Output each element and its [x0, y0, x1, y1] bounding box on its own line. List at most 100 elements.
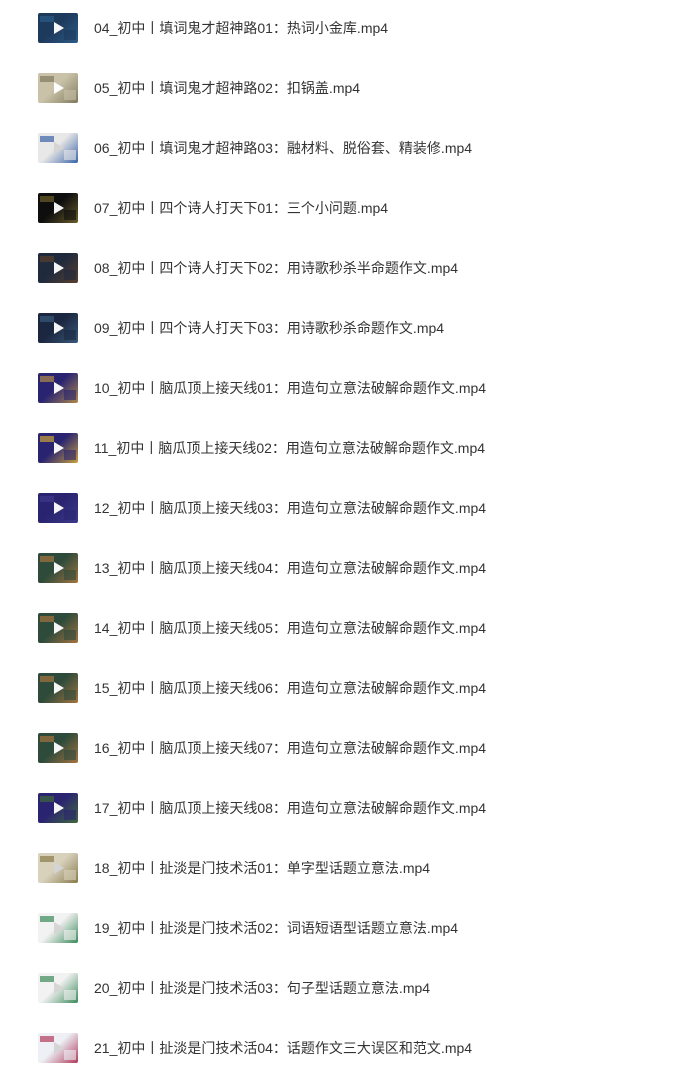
video-thumbnail[interactable] — [38, 673, 78, 703]
file-name[interactable]: 19_初中丨扯淡是门技术活02：词语短语型话题立意法.mp4 — [94, 919, 458, 937]
video-thumbnail[interactable] — [38, 853, 78, 883]
thumbnail-image-block — [64, 750, 76, 760]
file-row[interactable]: 09_初中丨四个诗人打天下03：用诗歌秒杀命题作文.mp4 — [0, 300, 674, 360]
file-row[interactable]: 13_初中丨脑瓜顶上接天线04：用造句立意法破解命题作文.mp4 — [0, 540, 674, 600]
thumbnail-image-block — [40, 976, 54, 982]
file-row[interactable]: 08_初中丨四个诗人打天下02：用诗歌秒杀半命题作文.mp4 — [0, 240, 674, 300]
play-icon — [54, 982, 64, 994]
file-row[interactable]: 06_初中丨填词鬼才超神路03：融材料、脱俗套、精装修.mp4 — [0, 120, 674, 180]
file-name[interactable]: 15_初中丨脑瓜顶上接天线06：用造句立意法破解命题作文.mp4 — [94, 679, 486, 697]
thumbnail-image-block — [64, 570, 76, 580]
file-name[interactable]: 10_初中丨脑瓜顶上接天线01：用造句立意法破解命题作文.mp4 — [94, 379, 486, 397]
video-thumbnail[interactable] — [38, 973, 78, 1003]
file-name[interactable]: 21_初中丨扯淡是门技术活04：话题作文三大误区和范文.mp4 — [94, 1039, 472, 1057]
thumbnail-image-block — [64, 870, 76, 880]
thumbnail-image-block — [40, 16, 54, 22]
thumbnail-image-block — [40, 856, 54, 862]
thumbnail-image-block — [64, 270, 76, 280]
file-name[interactable]: 07_初中丨四个诗人打天下01：三个小问题.mp4 — [94, 199, 388, 217]
play-icon — [54, 82, 64, 94]
file-name[interactable]: 08_初中丨四个诗人打天下02：用诗歌秒杀半命题作文.mp4 — [94, 259, 458, 277]
thumbnail-image-block — [64, 450, 76, 460]
thumbnail-image-block — [64, 810, 76, 820]
file-row[interactable]: 05_初中丨填词鬼才超神路02：扣锅盖.mp4 — [0, 60, 674, 120]
play-icon — [54, 1042, 64, 1054]
file-row[interactable]: 18_初中丨扯淡是门技术活01：单字型话题立意法.mp4 — [0, 840, 674, 900]
video-thumbnail[interactable] — [38, 1033, 78, 1063]
thumbnail-image-block — [40, 736, 54, 742]
thumbnail-image-block — [64, 690, 76, 700]
play-icon — [54, 562, 64, 574]
thumbnail-image-block — [64, 330, 76, 340]
file-row[interactable]: 16_初中丨脑瓜顶上接天线07：用造句立意法破解命题作文.mp4 — [0, 720, 674, 780]
video-thumbnail[interactable] — [38, 913, 78, 943]
video-thumbnail[interactable] — [38, 613, 78, 643]
play-icon — [54, 22, 64, 34]
play-icon — [54, 382, 64, 394]
play-icon — [54, 922, 64, 934]
video-thumbnail[interactable] — [38, 73, 78, 103]
play-icon — [54, 502, 64, 514]
thumbnail-image-block — [40, 556, 54, 562]
file-name[interactable]: 05_初中丨填词鬼才超神路02：扣锅盖.mp4 — [94, 79, 360, 97]
video-thumbnail[interactable] — [38, 313, 78, 343]
file-row[interactable]: 10_初中丨脑瓜顶上接天线01：用造句立意法破解命题作文.mp4 — [0, 360, 674, 420]
file-row[interactable]: 19_初中丨扯淡是门技术活02：词语短语型话题立意法.mp4 — [0, 900, 674, 960]
file-name[interactable]: 11_初中丨脑瓜顶上接天线02：用造句立意法破解命题作文.mp4 — [94, 439, 485, 457]
thumbnail-image-block — [40, 76, 54, 82]
thumbnail-image-block — [64, 930, 76, 940]
play-icon — [54, 802, 64, 814]
thumbnail-image-block — [64, 630, 76, 640]
thumbnail-image-block — [64, 30, 76, 40]
thumbnail-image-block — [64, 210, 76, 220]
play-icon — [54, 142, 64, 154]
file-name[interactable]: 17_初中丨脑瓜顶上接天线08：用造句立意法破解命题作文.mp4 — [94, 799, 486, 817]
video-thumbnail[interactable] — [38, 493, 78, 523]
thumbnail-image-block — [64, 990, 76, 1000]
thumbnail-image-block — [64, 510, 76, 520]
video-thumbnail[interactable] — [38, 373, 78, 403]
file-row[interactable]: 20_初中丨扯淡是门技术活03：句子型话题立意法.mp4 — [0, 960, 674, 1020]
thumbnail-image-block — [40, 136, 54, 142]
file-row[interactable]: 15_初中丨脑瓜顶上接天线06：用造句立意法破解命题作文.mp4 — [0, 660, 674, 720]
video-thumbnail[interactable] — [38, 13, 78, 43]
thumbnail-image-block — [64, 150, 76, 160]
file-name[interactable]: 13_初中丨脑瓜顶上接天线04：用造句立意法破解命题作文.mp4 — [94, 559, 486, 577]
play-icon — [54, 622, 64, 634]
play-icon — [54, 682, 64, 694]
video-thumbnail[interactable] — [38, 733, 78, 763]
file-name[interactable]: 18_初中丨扯淡是门技术活01：单字型话题立意法.mp4 — [94, 859, 430, 877]
file-row[interactable]: 21_初中丨扯淡是门技术活04：话题作文三大误区和范文.mp4 — [0, 1020, 674, 1080]
file-name[interactable]: 04_初中丨填词鬼才超神路01：热词小金库.mp4 — [94, 19, 388, 37]
play-icon — [54, 862, 64, 874]
video-thumbnail[interactable] — [38, 133, 78, 163]
video-thumbnail[interactable] — [38, 553, 78, 583]
file-name[interactable]: 09_初中丨四个诗人打天下03：用诗歌秒杀命题作文.mp4 — [94, 319, 444, 337]
thumbnail-image-block — [64, 390, 76, 400]
file-row[interactable]: 04_初中丨填词鬼才超神路01：热词小金库.mp4 — [0, 0, 674, 60]
file-list: 04_初中丨填词鬼才超神路01：热词小金库.mp4 05_初中丨填词鬼才超神路02… — [0, 0, 674, 1077]
thumbnail-image-block — [40, 676, 54, 682]
file-name[interactable]: 12_初中丨脑瓜顶上接天线03：用造句立意法破解命题作文.mp4 — [94, 499, 486, 517]
thumbnail-image-block — [40, 796, 54, 802]
file-name[interactable]: 06_初中丨填词鬼才超神路03：融材料、脱俗套、精装修.mp4 — [94, 139, 472, 157]
thumbnail-image-block — [40, 916, 54, 922]
thumbnail-image-block — [40, 436, 54, 442]
file-row[interactable]: 12_初中丨脑瓜顶上接天线03：用造句立意法破解命题作文.mp4 — [0, 480, 674, 540]
play-icon — [54, 442, 64, 454]
thumbnail-image-block — [40, 316, 54, 322]
file-name[interactable]: 20_初中丨扯淡是门技术活03：句子型话题立意法.mp4 — [94, 979, 430, 997]
file-name[interactable]: 14_初中丨脑瓜顶上接天线05：用造句立意法破解命题作文.mp4 — [94, 619, 486, 637]
thumbnail-image-block — [40, 376, 54, 382]
video-thumbnail[interactable] — [38, 433, 78, 463]
file-row[interactable]: 14_初中丨脑瓜顶上接天线05：用造句立意法破解命题作文.mp4 — [0, 600, 674, 660]
file-row[interactable]: 17_初中丨脑瓜顶上接天线08：用造句立意法破解命题作文.mp4 — [0, 780, 674, 840]
video-thumbnail[interactable] — [38, 793, 78, 823]
file-row[interactable]: 07_初中丨四个诗人打天下01：三个小问题.mp4 — [0, 180, 674, 240]
thumbnail-image-block — [64, 90, 76, 100]
video-thumbnail[interactable] — [38, 193, 78, 223]
video-thumbnail[interactable] — [38, 253, 78, 283]
thumbnail-image-block — [40, 256, 54, 262]
file-name[interactable]: 16_初中丨脑瓜顶上接天线07：用造句立意法破解命题作文.mp4 — [94, 739, 486, 757]
file-row[interactable]: 11_初中丨脑瓜顶上接天线02：用造句立意法破解命题作文.mp4 — [0, 420, 674, 480]
